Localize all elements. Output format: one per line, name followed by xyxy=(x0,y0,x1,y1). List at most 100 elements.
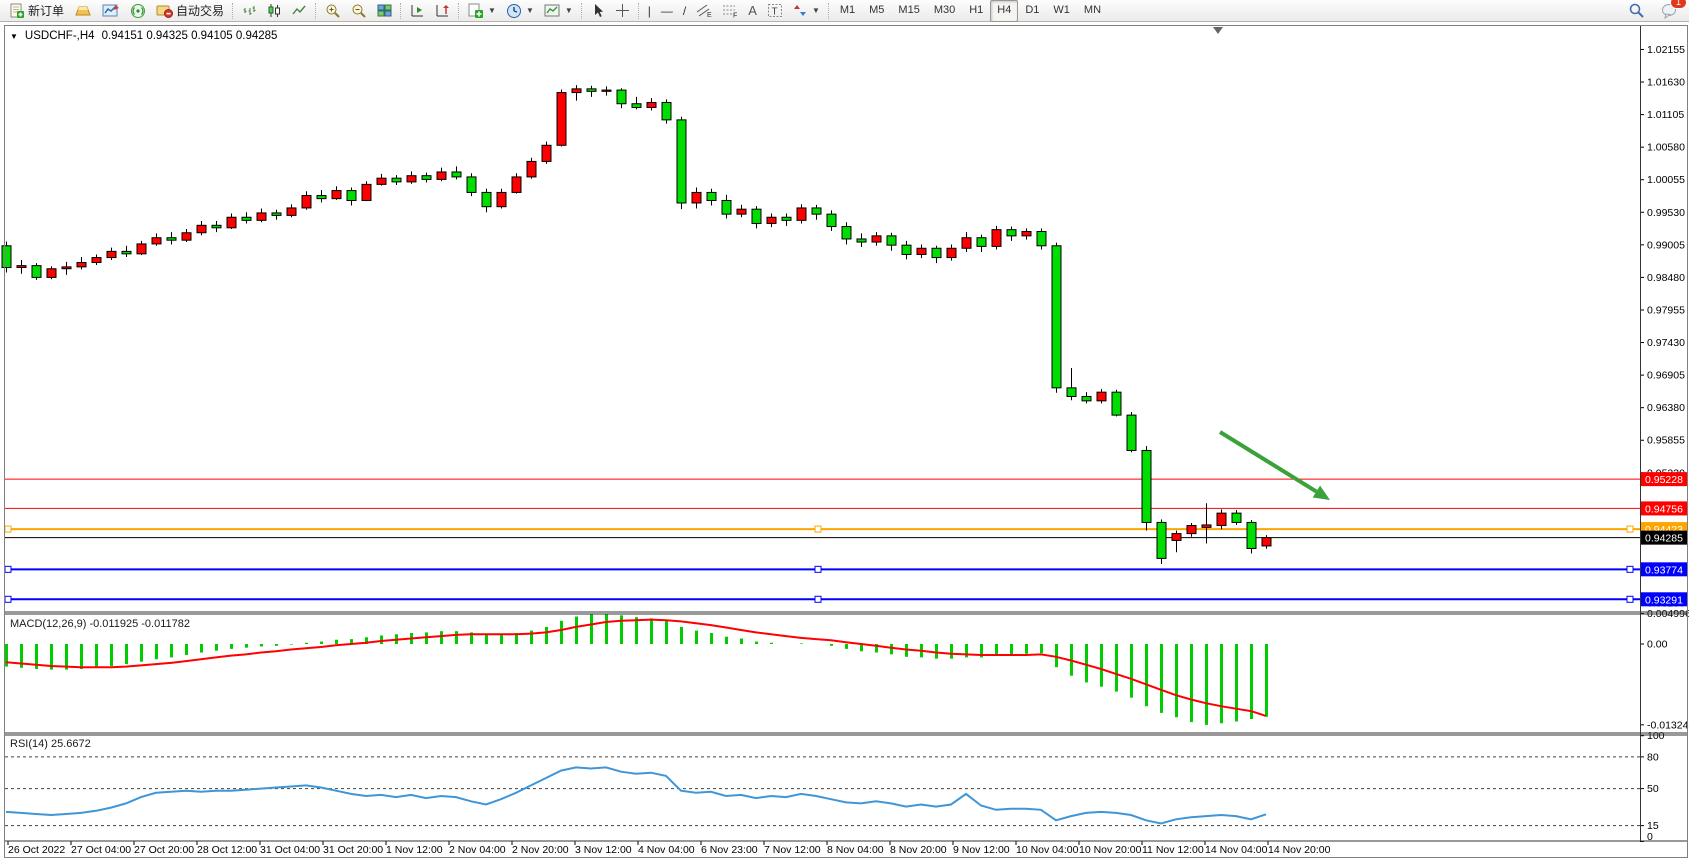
chevron-down-icon: ▼ xyxy=(565,6,573,15)
svg-text:1.00055: 1.00055 xyxy=(1647,174,1685,186)
line-chart-button[interactable] xyxy=(287,0,312,23)
svg-text:1.00580: 1.00580 xyxy=(1647,142,1685,154)
candle xyxy=(482,192,491,206)
timeframe-m30-button[interactable]: M30 xyxy=(927,0,962,22)
signal-icon xyxy=(130,3,146,19)
candle xyxy=(797,208,806,220)
chart-canvas[interactable]: 1.021551.016301.011051.005801.000550.995… xyxy=(0,22,1689,865)
timeframe-m5-button[interactable]: M5 xyxy=(862,0,891,22)
cursor-icon xyxy=(591,3,605,18)
candle xyxy=(1067,388,1076,397)
candlestick-chart-button[interactable] xyxy=(262,0,287,23)
timeframe-w1-button[interactable]: W1 xyxy=(1046,0,1077,22)
toolbar-separator xyxy=(458,3,460,19)
candle xyxy=(662,102,671,119)
timeframe-mn-button[interactable]: MN xyxy=(1077,0,1108,22)
timeframe-m15-button[interactable]: M15 xyxy=(891,0,926,22)
candle xyxy=(152,238,161,244)
candle xyxy=(182,233,191,240)
deposit-button[interactable] xyxy=(69,0,97,23)
text-label-icon: T xyxy=(767,3,783,18)
crosshair-tool-button[interactable] xyxy=(610,0,635,23)
fibonacci-tool-button[interactable]: F xyxy=(717,0,743,23)
line-handle[interactable] xyxy=(1627,566,1633,572)
svg-text:0.99005: 0.99005 xyxy=(1647,239,1685,251)
line-handle[interactable] xyxy=(815,526,821,532)
mt4-terminal: 新订单 自动交易 xyxy=(0,0,1689,865)
candle xyxy=(1082,397,1091,401)
text-icon: A xyxy=(748,3,757,18)
zoom-in-icon xyxy=(325,3,341,19)
rsi-indicator-label: RSI(14) 25.6672 xyxy=(10,738,91,750)
candle xyxy=(17,266,26,268)
tile-windows-button[interactable] xyxy=(372,0,397,23)
svg-text:1.01105: 1.01105 xyxy=(1647,109,1684,121)
arrows-tool-button[interactable]: ▼ xyxy=(788,0,825,23)
timeframe-h4-button[interactable]: H4 xyxy=(990,0,1018,22)
toolbar-separator xyxy=(315,3,317,19)
candle xyxy=(392,178,401,182)
tile-windows-icon xyxy=(377,3,392,18)
candle xyxy=(332,191,341,199)
svg-text:80: 80 xyxy=(1647,751,1659,763)
zoom-out-button[interactable] xyxy=(346,0,372,23)
vertical-line-tool-button[interactable]: | xyxy=(643,0,656,23)
auto-scroll-button[interactable] xyxy=(430,0,455,23)
new-order-button[interactable]: 新订单 xyxy=(4,0,69,23)
ohlc-values: 0.94151 0.94325 0.94105 0.94285 xyxy=(102,30,278,42)
chart-window[interactable]: 1.021551.016301.011051.005801.000550.995… xyxy=(0,22,1689,865)
notification-badge: 1 xyxy=(1670,0,1687,9)
chart-title: ▼ USDCHF-,H4 0.94151 0.94325 0.94105 0.9… xyxy=(10,30,277,42)
notifications-button[interactable]: 1 xyxy=(1656,0,1683,23)
channel-tool-button[interactable]: E xyxy=(691,0,717,23)
new-order-label: 新订单 xyxy=(28,2,64,19)
vertical-line-icon: | xyxy=(648,4,651,18)
time-axis[interactable]: 26 Oct 202227 Oct 04:0027 Oct 20:0028 Oc… xyxy=(8,841,1331,856)
horizontal-line-tool-button[interactable]: — xyxy=(656,0,678,23)
candle xyxy=(377,178,386,184)
svg-text:0.94756: 0.94756 xyxy=(1645,503,1683,515)
signals-button[interactable] xyxy=(125,0,151,23)
svg-text:4 Nov 04:00: 4 Nov 04:00 xyxy=(638,844,695,856)
autotrading-button[interactable]: 自动交易 xyxy=(151,0,229,23)
svg-text:T: T xyxy=(771,7,777,18)
new-chart-window-button[interactable] xyxy=(97,0,125,23)
zoom-in-button[interactable] xyxy=(320,0,346,23)
line-handle[interactable] xyxy=(815,596,821,602)
trendline-tool-button[interactable]: / xyxy=(678,0,691,23)
candle xyxy=(257,213,266,220)
new-chart-button[interactable]: ▼ xyxy=(463,0,501,23)
cursor-tool-button[interactable] xyxy=(586,0,610,23)
timeframe-h1-button[interactable]: H1 xyxy=(962,0,990,22)
line-handle[interactable] xyxy=(5,596,11,602)
candle xyxy=(842,227,851,239)
line-handle[interactable] xyxy=(5,566,11,572)
candle xyxy=(632,104,641,108)
line-handle[interactable] xyxy=(1627,526,1633,532)
text-label-tool-button[interactable]: T xyxy=(762,0,788,23)
line-handle[interactable] xyxy=(815,566,821,572)
macd-indicator-label: MACD(12,26,9) -0.011925 -0.011782 xyxy=(10,618,190,630)
bar-chart-button[interactable] xyxy=(237,0,262,23)
chart-shift-button[interactable] xyxy=(405,0,430,23)
chevron-down-icon: ▼ xyxy=(526,6,534,15)
search-button[interactable] xyxy=(1623,0,1650,23)
candle xyxy=(107,251,116,257)
symbol-dropdown-icon[interactable]: ▼ xyxy=(10,32,18,41)
candle xyxy=(977,238,986,247)
periods-button[interactable]: ▼ xyxy=(501,0,539,23)
candle xyxy=(782,217,791,220)
candle xyxy=(1172,534,1181,541)
line-handle[interactable] xyxy=(1627,596,1633,602)
templates-button[interactable]: ▼ xyxy=(539,0,578,23)
timeframe-m1-button[interactable]: M1 xyxy=(833,0,862,22)
svg-text:E: E xyxy=(707,12,712,18)
timeframe-d1-button[interactable]: D1 xyxy=(1018,0,1046,22)
candle xyxy=(857,239,866,242)
candle xyxy=(617,90,626,104)
svg-text:0.96905: 0.96905 xyxy=(1647,370,1685,382)
line-handle[interactable] xyxy=(5,526,11,532)
text-tool-button[interactable]: A xyxy=(743,0,762,23)
candle xyxy=(677,120,686,203)
candle xyxy=(722,200,731,214)
